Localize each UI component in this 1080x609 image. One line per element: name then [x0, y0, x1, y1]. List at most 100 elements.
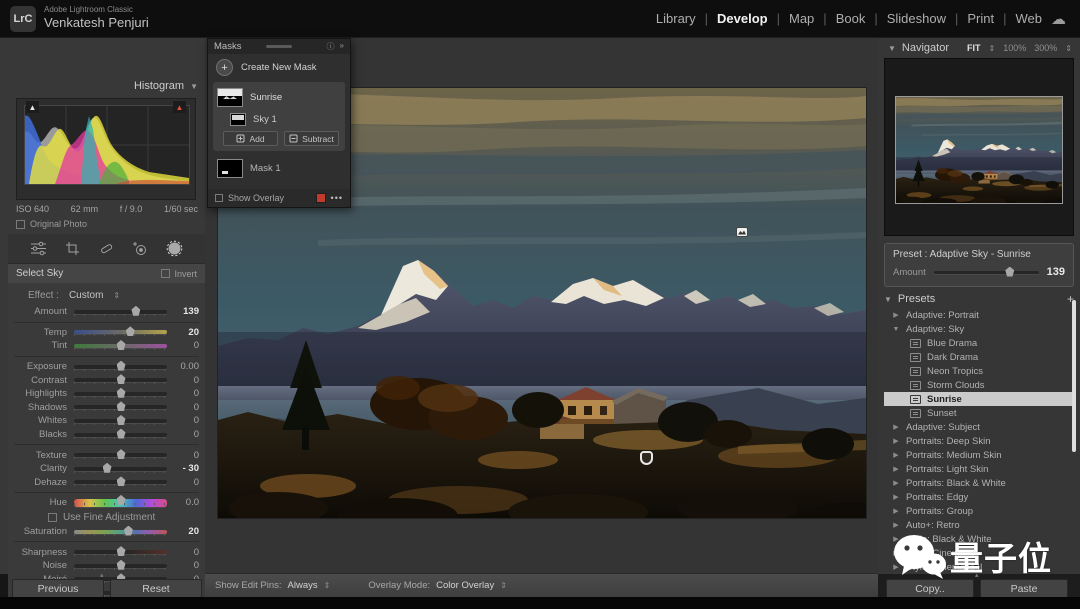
whites-slider[interactable] — [74, 414, 167, 425]
right-panel-scrollbar[interactable] — [1072, 300, 1076, 452]
mask-item-mask1[interactable]: Mask 1 — [208, 154, 350, 182]
blacks-slider[interactable] — [74, 428, 167, 439]
hue-slider[interactable] — [74, 494, 167, 507]
catalog-user-name: Venkatesh Penjuri — [44, 14, 149, 30]
histogram-plot[interactable] — [24, 105, 190, 185]
module-web[interactable]: Web — [1016, 11, 1043, 26]
preset-sunset[interactable]: Sunset — [884, 406, 1072, 420]
preset-portraits-medium-skin[interactable]: ▶ Portraits: Medium Skin — [884, 448, 1072, 462]
healing-tool-icon[interactable] — [95, 238, 117, 260]
show-overlay-checkbox[interactable] — [215, 194, 223, 202]
overlay-options-icon[interactable]: ••• — [331, 193, 343, 203]
module-print[interactable]: Print — [967, 11, 994, 26]
create-new-mask-button[interactable]: + Create New Mask — [208, 54, 350, 81]
highlights-label: Highlights — [25, 388, 67, 400]
left-panel-collapse-icon[interactable]: ▴ — [100, 571, 104, 579]
tint-slider[interactable] — [74, 339, 167, 350]
masks-panel-titlebar[interactable]: Masks ⓘ » — [208, 39, 350, 54]
preset-sunrise[interactable]: Sunrise — [884, 392, 1072, 406]
texture-slider[interactable] — [74, 449, 167, 460]
temp-slider[interactable] — [74, 326, 167, 337]
group-collapsed-icon[interactable]: ▶ — [892, 423, 900, 431]
invert-checkbox[interactable] — [161, 269, 171, 278]
preset-dark-drama[interactable]: Dark Drama — [884, 350, 1072, 364]
effect-value-dropdown[interactable]: Custom — [69, 290, 103, 301]
preset-portraits-group[interactable]: ▶ Portraits: Group — [884, 504, 1072, 518]
cloud-sync-icon[interactable]: ☁ — [1051, 10, 1066, 28]
overlay-mode-dropdown[interactable]: Color Overlay — [436, 580, 494, 591]
preset-adaptive-subject[interactable]: ▶ Adaptive: Subject — [884, 420, 1072, 434]
basic-adjustments-icon[interactable] — [28, 238, 50, 260]
overlay-color-swatch[interactable] — [315, 193, 326, 203]
group-expanded-icon[interactable]: ▼ — [892, 326, 900, 333]
module-develop[interactable]: Develop — [717, 11, 768, 26]
amount-slider[interactable] — [74, 305, 167, 316]
contrast-slider[interactable] — [74, 374, 167, 385]
navigator-zoom-100-button[interactable]: 100% — [1003, 43, 1026, 53]
reset-button[interactable]: Reset — [110, 579, 202, 598]
module-book[interactable]: Book — [836, 11, 866, 26]
crop-tool-icon[interactable] — [62, 238, 84, 260]
navigator-zoom-300-button[interactable]: 300% — [1034, 43, 1057, 53]
group-collapsed-icon[interactable]: ▶ — [892, 493, 900, 501]
navigator-fit-button[interactable]: FIT — [967, 43, 981, 53]
preset-adaptive-sky[interactable]: ▼ Adaptive: Sky — [884, 322, 1072, 336]
group-collapsed-icon[interactable]: ▶ — [892, 451, 900, 459]
group-collapsed-icon[interactable]: ▶ — [892, 479, 900, 487]
mask-pin[interactable] — [640, 451, 653, 465]
group-collapsed-icon[interactable]: ▶ — [892, 521, 900, 529]
dehaze-slider[interactable] — [74, 476, 167, 487]
module-slideshow[interactable]: Slideshow — [887, 11, 946, 26]
preset-storm-clouds[interactable]: Storm Clouds — [884, 378, 1072, 392]
effect-dropdown-icon[interactable]: ⇕ — [113, 291, 120, 300]
previous-button[interactable]: Previous — [12, 579, 104, 598]
preset-portraits-light-skin[interactable]: ▶ Portraits: Light Skin — [884, 462, 1072, 476]
masks-drag-handle[interactable] — [266, 45, 292, 48]
preset-portraits-edgy[interactable]: ▶ Portraits: Edgy — [884, 490, 1072, 504]
shadows-slider[interactable] — [74, 401, 167, 412]
masks-help-icon[interactable]: ⓘ — [327, 41, 335, 52]
hue-value: 0.0 — [185, 497, 199, 509]
show-edit-pins-dropdown-icon[interactable]: ⇕ — [324, 581, 331, 590]
navigator-zoom-dropdown-icon[interactable]: ⇕ — [1065, 44, 1072, 53]
show-edit-pins-dropdown[interactable]: Always — [288, 580, 318, 591]
masks-dock-icon[interactable]: » — [340, 41, 344, 52]
navigator-thumbnail[interactable] — [895, 96, 1063, 204]
group-collapsed-icon[interactable]: ▶ — [892, 507, 900, 515]
preset-adaptive-portrait[interactable]: ▶ Adaptive: Portrait — [884, 308, 1072, 322]
highlights-slider[interactable] — [74, 387, 167, 398]
clarity-slider[interactable] — [74, 462, 167, 473]
edit-pin[interactable] — [736, 227, 748, 237]
original-photo-checkbox[interactable] — [16, 219, 25, 229]
group-collapsed-icon[interactable]: ▶ — [892, 311, 900, 319]
mask-add-button[interactable]: Add — [223, 131, 278, 146]
preset-neon-tropics[interactable]: Neon Tropics — [884, 364, 1072, 378]
mask-edit-header[interactable]: Select Sky Invert — [8, 264, 205, 283]
noise-slider[interactable] — [74, 559, 167, 570]
exposure-slider[interactable] — [74, 360, 167, 371]
masking-tool-icon[interactable] — [163, 238, 185, 260]
sharpness-slider[interactable] — [74, 546, 167, 557]
highlight-clipping-indicator[interactable]: ▲ — [173, 101, 186, 113]
module-library[interactable]: Library — [656, 11, 696, 26]
preset-portraits-deep-skin[interactable]: ▶ Portraits: Deep Skin — [884, 434, 1072, 448]
navigator-fit-dropdown-icon[interactable]: ⇕ — [989, 44, 996, 53]
red-eye-tool-icon[interactable] — [129, 238, 151, 260]
navigator-collapse-icon[interactable]: ▼ — [888, 44, 896, 53]
module-map[interactable]: Map — [789, 11, 814, 26]
overlay-mode-dropdown-icon[interactable]: ⇕ — [500, 581, 507, 590]
mask-component-sky1[interactable]: Sky 1 — [217, 109, 341, 129]
preset-portraits-black-white[interactable]: ▶ Portraits: Black & White — [884, 476, 1072, 490]
saturation-slider[interactable] — [74, 525, 167, 536]
mask-subtract-button[interactable]: Subtract — [284, 131, 339, 146]
shadow-clipping-indicator[interactable]: ▲ — [26, 101, 39, 113]
presets-collapse-icon[interactable]: ▼ — [884, 295, 892, 304]
histogram-collapse-icon[interactable]: ▼ — [190, 82, 198, 91]
mask-item-sunrise[interactable]: Sunrise — [217, 85, 341, 109]
group-collapsed-icon[interactable]: ▶ — [892, 437, 900, 445]
fine-adjustment-checkbox[interactable] — [48, 512, 57, 522]
preset-blue-drama[interactable]: Blue Drama — [884, 336, 1072, 350]
group-collapsed-icon[interactable]: ▶ — [892, 465, 900, 473]
preset-amount-slider[interactable] — [933, 266, 1039, 277]
filmstrip-collapsed-bar[interactable] — [0, 597, 1080, 609]
